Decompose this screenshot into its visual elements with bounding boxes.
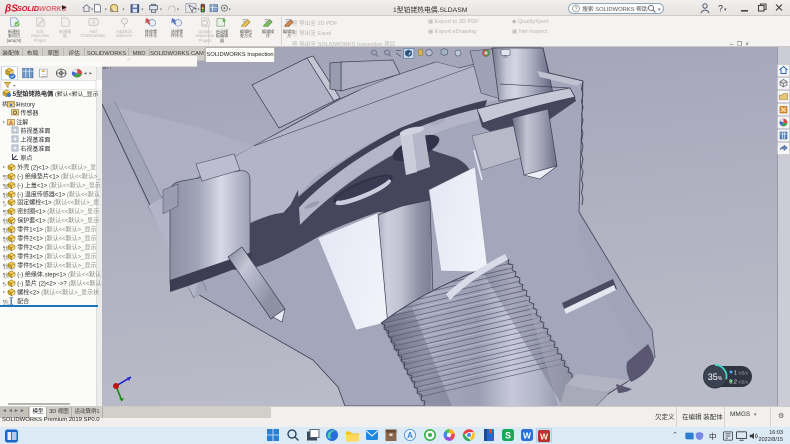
svg-text:▾: ▾: [141, 7, 143, 12]
svg-text:▾: ▾: [91, 7, 93, 12]
svg-text:?: ?: [574, 7, 577, 13]
svg-text:▾: ▾: [198, 7, 200, 12]
svg-text:▾: ▾: [229, 7, 231, 12]
svg-text:A: A: [9, 120, 13, 125]
svg-text:▾: ▾: [105, 7, 107, 12]
svg-text:搜索 SOLIDWORKS 帮助: 搜索 SOLIDWORKS 帮助: [582, 5, 648, 13]
svg-text:SOLIDWORKS: SOLIDWORKS: [17, 4, 67, 13]
svg-text:▾: ▾: [177, 7, 179, 12]
svg-text:▾: ▾: [658, 7, 661, 13]
svg-text:▾: ▾: [160, 7, 162, 12]
svg-text:W: W: [523, 431, 532, 441]
svg-text:?: ?: [718, 4, 723, 14]
svg-text:A: A: [407, 431, 413, 440]
svg-text:▾: ▾: [123, 7, 125, 12]
svg-text:W: W: [540, 431, 549, 441]
svg-text:S: S: [505, 431, 511, 441]
svg-text:▾: ▾: [724, 7, 727, 13]
